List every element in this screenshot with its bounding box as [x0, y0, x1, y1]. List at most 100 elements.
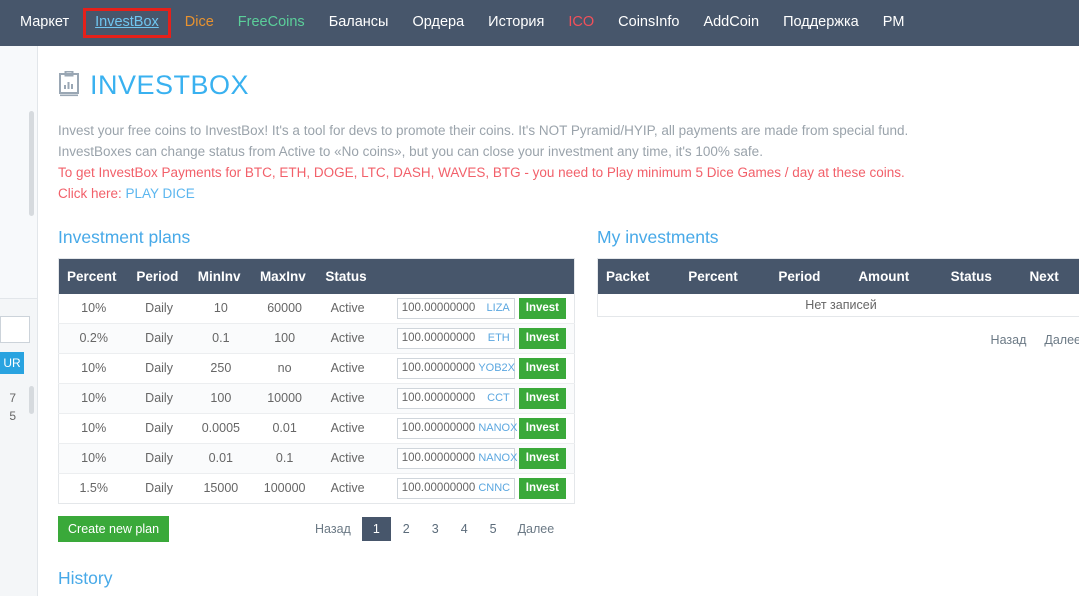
table-row: 10% Daily 10 60000 Active 100.00000000 LIZA Inv… — [59, 294, 575, 324]
invest-amount-value: 100.00000000 — [401, 392, 476, 405]
nav-item-pm[interactable]: PM — [871, 8, 917, 37]
invest-button[interactable]: Invest — [518, 387, 566, 409]
plan-percent: 0.2% — [58, 322, 129, 354]
nav-item-поддержка[interactable]: Поддержка — [771, 8, 871, 37]
invest-amount-value: 100.00000000 — [401, 482, 476, 495]
plan-percent: 10% — [58, 442, 129, 474]
sidebar-input-fragment[interactable] — [0, 316, 30, 343]
invest-button[interactable]: Invest — [518, 297, 566, 319]
table-row: 10% Daily 100 10000 Active 100.00000000 CCT Inv… — [58, 382, 575, 414]
nav-item-coinsinfo[interactable]: CoinsInfo — [606, 8, 691, 37]
plan-invest-cell: 100.00000000 LIZA Invest — [378, 294, 575, 324]
invest-currency-label: ETH — [487, 332, 510, 345]
my_investments-header-status: Status — [942, 258, 1022, 294]
pagination-page-4[interactable]: 4 — [451, 518, 478, 540]
nav-item-история[interactable]: История — [476, 8, 556, 37]
nav-item-ico[interactable]: ICO — [556, 8, 606, 37]
plan-status: Active — [317, 412, 378, 444]
investment-plans-table: Percent Period MinInv MaxInv Status 10% Daily… — [58, 257, 575, 504]
plan-period: Daily — [145, 301, 173, 316]
invest-controls: 100.00000000 NANOX Invest — [386, 417, 566, 439]
plan-min-inv: 0.1 — [189, 322, 252, 354]
plan-status: Active — [317, 322, 378, 354]
plan-percent: 10% — [58, 382, 129, 414]
plan-max-inv: 10000 — [251, 382, 318, 414]
my_investments-header-amount: Amount — [850, 258, 943, 294]
plan-status: Active — [317, 472, 378, 504]
invest-amount-input[interactable]: 100.00000000 CCT — [396, 387, 515, 409]
pagination-prev[interactable]: Назад — [989, 329, 1029, 351]
intro-text: Invest your free coins to InvestBox! It'… — [38, 101, 1079, 205]
intro-line-2: InvestBoxes can change status from Activ… — [58, 143, 763, 159]
my_investments-header-percent: Percent — [680, 258, 771, 294]
plans-header-status: Status — [317, 258, 378, 294]
invest-amount-input[interactable]: 100.00000000 NANOX — [396, 417, 517, 439]
page-title: INVESTBOX — [90, 70, 250, 100]
plan-max-inv: no — [251, 352, 318, 384]
sidebar-number-2: 5 — [9, 409, 16, 423]
plan-min-inv: 15000 — [189, 472, 252, 504]
pagination-next[interactable]: Далее — [1042, 329, 1079, 351]
pagination-page-5[interactable]: 5 — [480, 518, 507, 540]
sidebar-scrollbar-lower[interactable] — [29, 386, 34, 414]
intro-line-1: Invest your free coins to InvestBox! It'… — [58, 123, 909, 138]
table-row: 0.2% Daily 0.1 100 Active 100.00000000 ETH Inve… — [58, 322, 575, 354]
plans-footer: Create new plan Назад 1 2 3 4 5 Далее — [58, 515, 575, 542]
pagination-next[interactable]: Далее — [509, 518, 564, 540]
plan-min-inv: 10 — [213, 301, 228, 316]
clipboard-chart-icon — [58, 70, 80, 100]
nav-item-investbox[interactable]: InvestBox — [83, 8, 171, 38]
my-investments-pagination: Назад Далее — [597, 329, 1079, 351]
main-content: INVESTBOX Invest your free coins to Inve… — [38, 46, 1079, 596]
invest-button[interactable]: Invest — [518, 327, 566, 349]
invest-button[interactable]: Invest — [518, 357, 566, 379]
invest-amount-input[interactable]: 100.00000000 YOB2X — [396, 357, 515, 379]
plan-status: Active — [317, 442, 378, 474]
pagination-page-3[interactable]: 3 — [422, 518, 449, 540]
nav-item-addcoin[interactable]: AddCoin — [691, 8, 771, 37]
plan-period: Daily — [128, 472, 190, 504]
create-new-plan-button[interactable]: Create new plan — [58, 515, 170, 542]
plan-percent: 10% — [81, 301, 107, 316]
nav-item-dice[interactable]: Dice — [173, 8, 226, 37]
invest-controls: 100.00000000 ETH Invest — [386, 327, 566, 349]
plan-status: Active — [330, 301, 365, 316]
plan-max-inv: 100 — [251, 322, 318, 354]
nav-item-балансы[interactable]: Балансы — [317, 8, 401, 37]
invest-amount-input[interactable]: 100.00000000 ETH — [396, 327, 515, 349]
tables-columns: Investment plans Percent Period MinInv MaxI… — [38, 205, 1079, 542]
plan-min-inv: 0.0005 — [189, 412, 252, 444]
plans-header-action — [377, 258, 575, 294]
plans-header-period: Period — [128, 258, 190, 294]
plan-percent: 10% — [58, 412, 129, 444]
plans-header-maxinv: MaxInv — [251, 258, 318, 294]
table-header-row: Percent Period MinInv MaxInv Status — [58, 258, 575, 294]
pagination-page-2[interactable]: 2 — [393, 518, 420, 540]
invest-currency-label: LIZA — [486, 302, 510, 315]
invest-amount-value: 100.00000000 — [401, 422, 476, 435]
invest-amount-value: 100.00000000 — [401, 452, 476, 465]
sidebar-currency-button[interactable]: UR — [0, 352, 24, 374]
invest-button[interactable]: Invest — [518, 447, 566, 469]
invest-amount-input[interactable]: 100.00000000 NANOX — [396, 447, 517, 469]
plan-invest-cell: 100.00000000 CCT Invest — [377, 382, 575, 414]
invest-controls: 100.00000000 CNNC Invest — [386, 477, 566, 499]
invest-amount-input[interactable]: 100.00000000 LIZA — [396, 297, 515, 319]
invest-button[interactable]: Invest — [518, 477, 566, 499]
play-dice-link[interactable]: PLAY DICE — [126, 186, 195, 201]
sidebar-scrollbar-upper[interactable] — [29, 111, 34, 216]
nav-item-freecoins[interactable]: FreeCoins — [226, 8, 317, 37]
plans-header-mininv: MinInv — [189, 258, 252, 294]
invest-controls: 100.00000000 YOB2X Invest — [386, 357, 566, 379]
invest-amount-input[interactable]: 100.00000000 CNNC — [396, 477, 515, 499]
pagination-prev[interactable]: Назад — [306, 518, 360, 540]
plan-status: Active — [317, 352, 378, 384]
nav-item-ордера[interactable]: Ордера — [400, 8, 476, 37]
invest-amount-value: 100.00000000 — [401, 332, 476, 345]
plan-percent: 10% — [58, 352, 129, 384]
invest-button[interactable]: Invest — [518, 417, 566, 439]
plan-min-inv: 100 — [189, 382, 252, 414]
pagination-page-1[interactable]: 1 — [361, 516, 391, 541]
nav-item-маркет[interactable]: Маркет — [8, 8, 81, 37]
my-investments-section: My investments Packet Percent Period Amount… — [597, 227, 1079, 542]
